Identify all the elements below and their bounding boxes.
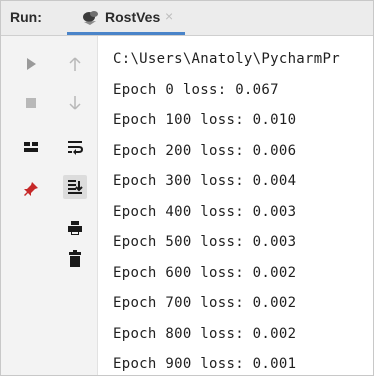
run-label: Run: [10,9,42,25]
console-line: Epoch 600 loss: 0.002 [113,264,297,281]
rerun-button[interactable] [19,52,43,76]
console-line: Epoch 700 loss: 0.002 [113,295,297,311]
console-line: Epoch 900 loss: 0.001 [113,356,297,372]
arrow-down-icon [69,96,81,110]
soft-wrap-icon [68,141,83,155]
python-run-config-icon [83,11,98,25]
close-icon[interactable]: × [165,8,173,24]
console-line: Epoch 800 loss: 0.002 [113,325,297,342]
tab-label: RostVes [105,9,161,25]
stop-button[interactable] [19,91,43,115]
console-line: Epoch 0 loss: 0.067 [113,81,279,98]
layout-icon [24,142,38,152]
tab-rostves[interactable]: RostVes × [67,1,185,35]
scroll-to-end-button[interactable] [63,175,87,199]
console-output[interactable]: C:\Users\Anatoly\PycharmPr Epoch 0 loss:… [113,48,373,375]
print-icon [68,221,82,235]
console-line: Epoch 400 loss: 0.003 [113,203,297,220]
stop-icon [26,98,36,108]
run-icon [27,58,36,70]
console-line: C:\Users\Anatoly\PycharmPr [113,51,340,67]
run-toolbar [1,36,98,375]
pin-icon [24,182,38,196]
console-line: Epoch 500 loss: 0.003 [113,234,297,250]
pin-tab-button[interactable] [19,178,43,202]
restore-layout-button[interactable] [19,135,43,159]
clear-all-button[interactable] [63,247,87,271]
soft-wrap-button[interactable] [63,135,87,159]
console-line: Epoch 100 loss: 0.010 [113,112,297,128]
previous-occurrence-button[interactable] [63,52,87,76]
scroll-to-end-icon [68,180,83,194]
console-line: Epoch 200 loss: 0.006 [113,142,297,159]
run-tool-window: Run: RostVes × C:\Users\Anatoly\PycharmP… [0,0,374,376]
arrow-up-icon [69,57,81,71]
console-line: Epoch 300 loss: 0.004 [113,173,297,189]
next-occurrence-button[interactable] [63,91,87,115]
run-header: Run: RostVes × [1,1,373,36]
trash-icon [69,250,81,267]
print-button[interactable] [63,216,87,240]
